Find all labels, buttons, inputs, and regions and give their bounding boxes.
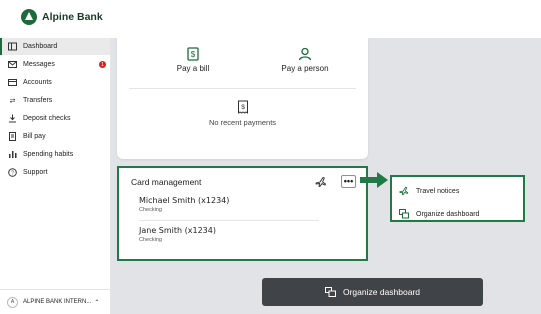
svg-text:$: $: [191, 50, 196, 59]
unread-badge: 1: [99, 61, 106, 68]
sidebar-item-label: Messages: [23, 61, 55, 68]
transfer-icon: ⇄: [9, 97, 16, 105]
organize-dashboard-button[interactable]: Organize dashboard: [262, 278, 483, 306]
plane-icon: [399, 186, 409, 196]
sidebar-item-label: Transfers: [23, 97, 53, 104]
empty-text: No recent payments: [208, 118, 277, 127]
pay-a-person-label: Pay a person: [281, 64, 329, 73]
divider: [139, 220, 319, 221]
sidebar-item-accounts[interactable]: Accounts: [0, 74, 110, 91]
mail-icon: [8, 60, 17, 69]
bill-dollar-icon: $: [187, 47, 199, 61]
sidebar: Dashboard Messages 1 Accounts ⇄ Transfer…: [0, 38, 111, 314]
person-icon: [298, 47, 312, 61]
sidebar-item-label: Dashboard: [23, 43, 58, 50]
payments-card: $ Pay a bill Pay a person $ No recent pa…: [117, 38, 368, 159]
sidebar-item-label: Support: [23, 169, 48, 176]
top-header: Alpine Bank: [0, 0, 541, 38]
dashboard-icon: [8, 42, 17, 51]
sidebar-item-spending-habits[interactable]: Spending habits: [0, 146, 110, 163]
account-holder: Michael Smith (x1234): [139, 196, 230, 205]
no-recent-payments: $ No recent payments: [117, 100, 368, 127]
sidebar-item-label: Deposit checks: [23, 115, 71, 122]
chevron-up-icon: ⌃: [94, 299, 100, 306]
card-account-row[interactable]: Jane Smith (x1234) Checking: [139, 226, 216, 243]
svg-text:?: ?: [11, 170, 14, 176]
menu-item-travel-notices[interactable]: Travel notices: [399, 186, 459, 196]
menu-item-label: Organize dashboard: [416, 210, 480, 218]
divider: [129, 88, 356, 89]
brand-name: Alpine Bank: [42, 11, 103, 23]
arrow-right-icon: [360, 172, 388, 188]
more-options-button[interactable]: •••: [341, 175, 356, 188]
svg-text:$: $: [241, 104, 245, 111]
sidebar-item-dashboard[interactable]: Dashboard: [0, 38, 110, 55]
sidebar-item-deposit-checks[interactable]: Deposit checks: [0, 110, 110, 127]
more-options-menu: Travel notices Organize dashboard: [390, 175, 525, 222]
organize-icon: [399, 209, 409, 219]
pay-a-person-button[interactable]: Pay a person: [255, 47, 355, 73]
account-switcher[interactable]: A ALPINE BANK INTERN... ⌃: [0, 289, 110, 314]
accounts-icon: [8, 78, 17, 87]
sidebar-item-support[interactable]: ? Support: [0, 164, 110, 181]
chart-icon: [8, 150, 17, 159]
sidebar-item-label: Bill pay: [23, 133, 46, 140]
account-type: Checking: [139, 207, 162, 213]
card-management-title: Card management: [131, 177, 202, 187]
mountain-logo-icon: [21, 9, 37, 25]
receipt-icon: $: [237, 100, 248, 114]
avatar: A: [7, 296, 18, 308]
sidebar-item-label: Accounts: [23, 79, 52, 86]
account-type: Checking: [139, 237, 162, 243]
deposit-icon: [8, 114, 17, 123]
card-management-card: Card management ••• Michael Smith (x1234…: [117, 166, 368, 261]
pay-a-bill-button[interactable]: $ Pay a bill: [143, 47, 243, 73]
account-name: ALPINE BANK INTERN...: [23, 299, 92, 305]
pay-a-bill-label: Pay a bill: [176, 64, 210, 73]
sidebar-item-transfers[interactable]: ⇄ Transfers: [0, 92, 110, 109]
account-holder: Jane Smith (x1234): [139, 226, 216, 235]
sidebar-item-bill-pay[interactable]: Bill pay: [0, 128, 110, 145]
bill-icon: [8, 132, 17, 141]
sidebar-item-messages[interactable]: Messages 1: [0, 56, 110, 73]
plane-icon[interactable]: [315, 176, 327, 188]
alpine-bank-logo[interactable]: Alpine Bank: [21, 9, 103, 25]
organize-dashboard-label: Organize dashboard: [342, 287, 421, 297]
menu-item-label: Travel notices: [416, 187, 460, 195]
card-account-row[interactable]: Michael Smith (x1234) Checking: [139, 196, 229, 213]
help-icon: ?: [8, 168, 17, 177]
menu-item-organize-dashboard[interactable]: Organize dashboard: [399, 209, 479, 219]
sidebar-item-label: Spending habits: [23, 151, 74, 158]
organize-icon: [324, 287, 336, 297]
